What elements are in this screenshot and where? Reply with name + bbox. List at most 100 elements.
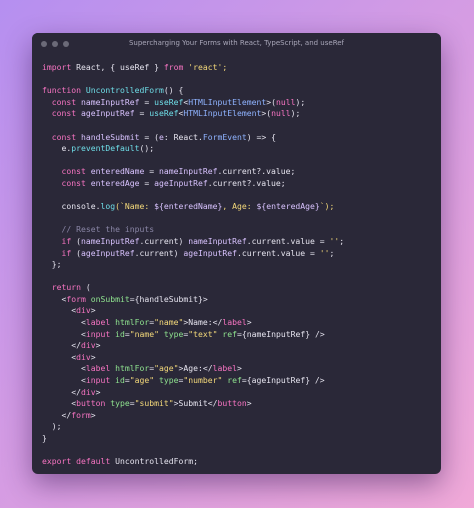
code-token: ={handleSubmit}> xyxy=(129,293,208,304)
code-token: 'react'; xyxy=(183,62,228,72)
code-token: htmlFor xyxy=(110,317,150,328)
code-token: ageInputRef xyxy=(76,108,135,119)
code-token: > xyxy=(246,317,252,328)
code-token: = xyxy=(139,177,155,188)
code-line: if (ageInputRef.current) ageInputRef.cur… xyxy=(42,248,435,260)
code-token: if xyxy=(42,247,72,258)
window-title: Supercharging Your Forms with React, Typ… xyxy=(128,39,345,47)
code-token: ; xyxy=(329,247,335,258)
code-token: "submit" xyxy=(134,398,174,409)
code-token: < xyxy=(42,363,86,374)
code-token: ref xyxy=(217,328,237,339)
code-token: div xyxy=(76,351,91,362)
code-token: label xyxy=(85,363,111,374)
code-token: ref xyxy=(222,375,242,386)
code-line: import React, { useRef } from 'react'; xyxy=(42,62,435,74)
code-token: '' xyxy=(329,235,340,246)
code-token: > xyxy=(95,340,101,351)
code-token: log xyxy=(100,201,116,212)
window-titlebar: Supercharging Your Forms with React, Typ… xyxy=(32,33,441,55)
code-token: .current.value = xyxy=(246,235,330,246)
code-line: console.log(`Name: ${enteredName}, Age: … xyxy=(42,201,435,213)
code-window: Supercharging Your Forms with React, Typ… xyxy=(32,33,441,474)
code-line: <div> xyxy=(42,305,435,317)
code-token: nameInputRef xyxy=(188,235,247,246)
code-token: ); xyxy=(42,421,62,432)
code-token: if xyxy=(42,235,72,246)
code-token: type xyxy=(105,398,130,409)
code-line: <form onSubmit={handleSubmit}> xyxy=(42,294,435,306)
code-token: : React. xyxy=(163,131,203,142)
code-token: </ xyxy=(42,340,81,351)
code-token: "name" xyxy=(154,317,184,328)
code-token: ; xyxy=(339,235,345,246)
code-token: label xyxy=(222,317,247,328)
code-token: </ xyxy=(42,386,81,397)
code-token: console. xyxy=(42,201,101,212)
code-line: </div> xyxy=(42,340,435,352)
code-token: .current?.value; xyxy=(217,166,296,177)
code-line: const enteredAge = ageInputRef.current?.… xyxy=(42,178,435,190)
code-token: < xyxy=(42,328,86,339)
code-token: const xyxy=(42,108,77,119)
code-token: label xyxy=(212,363,237,374)
code-token: > xyxy=(246,398,252,409)
code-token: '' xyxy=(319,247,330,258)
code-token: HTMLInputElement xyxy=(188,96,267,107)
code-line: </div> xyxy=(42,387,435,399)
code-token: const xyxy=(42,166,86,177)
code-token: >Name:</ xyxy=(183,317,223,328)
code-token: }; xyxy=(42,259,62,270)
code-token: = xyxy=(134,108,150,119)
code-token: preventDefault xyxy=(71,143,140,154)
code-token: "text" xyxy=(188,328,218,339)
code-token: "name" xyxy=(129,328,159,339)
code-token: React, { useRef } xyxy=(71,62,164,72)
code-token: UncontrolledForm; xyxy=(110,456,198,467)
code-token: ageInputRef xyxy=(183,247,237,258)
code-token: null xyxy=(275,96,296,107)
code-token: ageInputRef xyxy=(81,247,135,258)
code-line: <div> xyxy=(42,352,435,364)
code-token: < xyxy=(42,375,86,386)
code-line: }; xyxy=(42,259,435,271)
code-token: form xyxy=(66,293,86,304)
code-line: <label htmlFor="age">Age:</label> xyxy=(42,363,435,375)
code-line: const handleSubmit = (e: React.FormEvent… xyxy=(42,132,435,144)
code-token: useRef xyxy=(154,96,184,107)
code-token: "age" xyxy=(154,363,179,374)
code-line: const nameInputRef = useRef<HTMLInputEle… xyxy=(42,97,435,109)
code-token: ); xyxy=(290,108,301,119)
code-line: } xyxy=(42,433,435,445)
code-token: >( xyxy=(266,96,276,107)
code-line: <label htmlFor="name">Name:</label> xyxy=(42,317,435,329)
code-token: < xyxy=(42,351,77,362)
code-token: nameInputRef xyxy=(76,96,140,107)
code-token: .current?.value; xyxy=(207,177,286,188)
code-token: input xyxy=(85,328,111,339)
code-token: ); xyxy=(295,96,306,107)
code-token: ={ageInputRef} /> xyxy=(241,375,325,386)
code-token: (); xyxy=(139,143,155,154)
code-token: div xyxy=(80,386,96,397)
code-line: return ( xyxy=(42,282,435,294)
code-token: = xyxy=(139,96,155,107)
code-token: "age" xyxy=(129,375,155,386)
code-token: input xyxy=(85,375,111,386)
code-token: div xyxy=(80,340,96,351)
code-token: ${enteredAge} xyxy=(256,201,320,212)
code-line: export default UncontrolledForm; xyxy=(42,456,435,468)
code-token: return xyxy=(42,282,81,293)
code-token: < xyxy=(42,305,77,316)
code-token: // Reset the inputs xyxy=(42,224,155,235)
code-token: id xyxy=(110,328,125,339)
code-token: enteredAge xyxy=(85,177,140,188)
code-token: form xyxy=(71,409,91,420)
code-token: .current.value = xyxy=(236,247,320,258)
